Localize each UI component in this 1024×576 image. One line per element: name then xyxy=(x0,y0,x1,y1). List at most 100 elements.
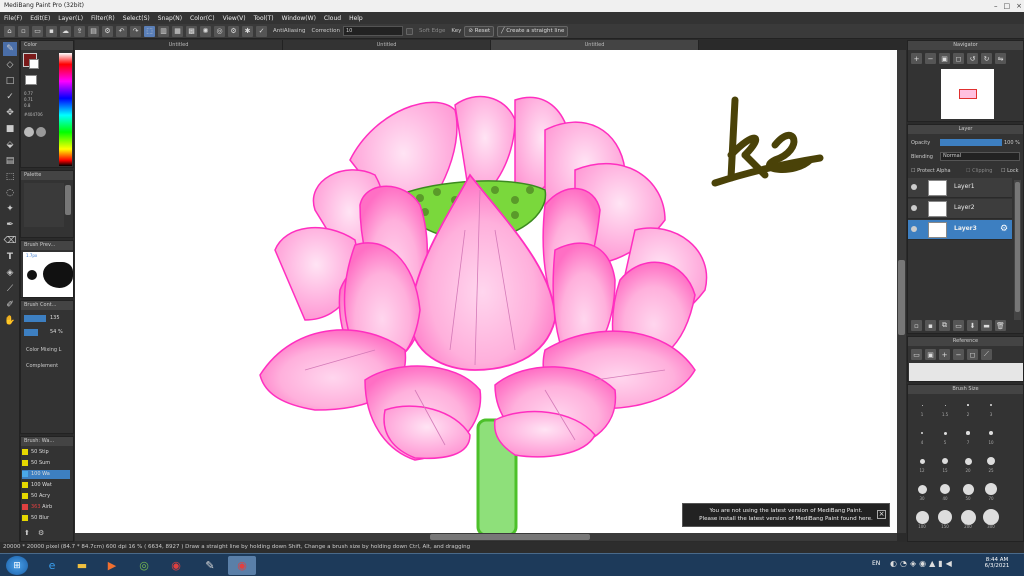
tray-icon-1[interactable]: ◐ xyxy=(890,559,897,568)
background-color-swatch[interactable] xyxy=(29,59,39,69)
pen-tool-icon[interactable]: ✐ xyxy=(3,298,17,312)
redo-icon[interactable]: ↷ xyxy=(130,25,141,37)
settings-icon[interactable]: ⚙ xyxy=(102,25,113,37)
visibility-eye-icon[interactable] xyxy=(911,226,917,232)
new-file-icon[interactable]: ▫ xyxy=(18,25,29,37)
brush-item-5[interactable]: 50 Acry xyxy=(22,492,70,501)
brush-size-option[interactable] xyxy=(934,399,956,411)
snap-grid-icon[interactable]: ▩ xyxy=(186,25,197,37)
menu-window[interactable]: Window(W) xyxy=(282,15,316,22)
brush-size-option[interactable] xyxy=(911,455,933,467)
save-icon[interactable]: ▪ xyxy=(46,25,57,37)
layer-row-1[interactable]: Layer1 xyxy=(908,178,1012,198)
menu-cloud[interactable]: Cloud xyxy=(324,15,341,22)
rotate-left-icon[interactable]: ↺ xyxy=(967,53,978,64)
language-indicator[interactable]: EN xyxy=(872,560,880,567)
brush-size-option[interactable] xyxy=(911,510,933,524)
menu-layer[interactable]: Layer(L) xyxy=(58,15,83,22)
gradient-tool-icon[interactable]: ▤ xyxy=(3,154,17,168)
complement-label[interactable]: Complement xyxy=(26,363,58,369)
start-button[interactable]: ⊞ xyxy=(6,556,28,575)
actual-size-icon[interactable]: ◻ xyxy=(953,53,964,64)
tab-untitled-2[interactable]: Untitled xyxy=(283,40,491,50)
duplicate-layer-icon[interactable]: ⧉ xyxy=(939,320,950,331)
tab-untitled-1[interactable]: Untitled xyxy=(75,40,283,50)
magic-wand-tool-icon[interactable]: ✦ xyxy=(3,202,17,216)
horizontal-scroll-thumb[interactable] xyxy=(430,534,590,540)
vertical-scrollbar[interactable] xyxy=(897,50,906,533)
menu-view[interactable]: View(V) xyxy=(223,15,246,22)
new-folder-icon[interactable]: ▭ xyxy=(953,320,964,331)
undo-icon[interactable]: ↶ xyxy=(116,25,127,37)
zoom-out-icon[interactable]: − xyxy=(925,53,936,64)
ie-taskbar-icon[interactable]: e xyxy=(38,556,66,575)
select-tool-icon[interactable]: ⬚ xyxy=(3,170,17,184)
drawing-canvas[interactable]: ko xyxy=(75,50,897,533)
lasso-tool-icon[interactable]: ◌ xyxy=(3,186,17,200)
hand-tool-icon[interactable]: ✋ xyxy=(3,314,17,328)
navigator-viewport[interactable] xyxy=(959,89,977,99)
notification-line-2[interactable]: Please install the latest version of Med… xyxy=(683,515,889,523)
fit-icon[interactable]: ▣ xyxy=(939,53,950,64)
menu-color[interactable]: Color(C) xyxy=(190,15,215,22)
brush-item-7[interactable]: 50 Blur xyxy=(22,514,70,523)
menu-edit[interactable]: Edit(E) xyxy=(30,15,50,22)
notification-close-icon[interactable]: × xyxy=(877,510,886,519)
brush-size-option[interactable] xyxy=(980,427,1002,439)
brush-size-option[interactable] xyxy=(980,483,1002,495)
hue-slider[interactable] xyxy=(59,53,72,166)
new-halftone-layer-icon[interactable]: ▪ xyxy=(925,320,936,331)
brush-size-option[interactable] xyxy=(957,427,979,439)
eraser-tool-icon[interactable]: ◇ xyxy=(3,58,17,72)
brush-size-option[interactable] xyxy=(980,399,1002,411)
layer-scrollbar[interactable] xyxy=(1014,180,1021,320)
brush-size-option[interactable] xyxy=(957,483,979,495)
move-tool-icon[interactable]: ✥ xyxy=(3,106,17,120)
reference-image-icon[interactable]: ▣ xyxy=(925,349,936,360)
tab-untitled-3[interactable]: Untitled xyxy=(491,40,699,50)
select-eraser-tool-icon[interactable]: ⌫ xyxy=(3,234,17,248)
layer-row-3-selected[interactable]: Layer3 ⚙ xyxy=(908,220,1012,240)
brush-size-option[interactable] xyxy=(911,483,933,495)
transparent-color-swatch[interactable] xyxy=(25,75,37,85)
divide-tool-icon[interactable]: ◈ xyxy=(3,266,17,280)
brush-item-6[interactable]: 363 Airb xyxy=(22,503,70,512)
reference-fit-icon[interactable]: ◻ xyxy=(967,349,978,360)
menu-snap[interactable]: Snap(N) xyxy=(158,15,182,22)
brush-opacity-slider[interactable] xyxy=(24,329,38,336)
snap-cross-icon[interactable]: ▦ xyxy=(172,25,183,37)
horizontal-scrollbar[interactable] xyxy=(75,533,897,541)
reference-open-icon[interactable]: ▭ xyxy=(911,349,922,360)
reference-view[interactable] xyxy=(909,363,1023,381)
app-taskbar-icon[interactable]: ◎ xyxy=(130,556,158,575)
tray-icon-5[interactable]: ▲ xyxy=(929,559,935,568)
reference-zoom-out-icon[interactable]: − xyxy=(953,349,964,360)
brush-item-3-selected[interactable]: 100 Wa xyxy=(22,470,70,479)
rotate-right-icon[interactable]: ↻ xyxy=(981,53,992,64)
maximize-icon[interactable]: □ xyxy=(1004,0,1011,12)
chrome-taskbar-icon[interactable]: ◉ xyxy=(162,556,190,575)
snap-vanishing-icon[interactable]: ✱ xyxy=(242,25,253,37)
brush-size-option[interactable] xyxy=(980,455,1002,467)
menu-file[interactable]: File(F) xyxy=(4,15,22,22)
clipping-checkbox[interactable]: ☐ Clipping xyxy=(966,168,992,174)
bucket-tool-icon[interactable]: ⬙ xyxy=(3,138,17,152)
merge-down-icon[interactable]: ⬇ xyxy=(967,320,978,331)
soft-edge-checkbox[interactable] xyxy=(405,27,413,35)
brush-size-slider[interactable] xyxy=(24,315,46,322)
cloud-icon[interactable]: ☁ xyxy=(60,25,71,37)
brush-size-option[interactable] xyxy=(980,509,1002,525)
brush-settings-icon[interactable]: ⚙ xyxy=(38,529,46,537)
tray-icon-4[interactable]: ◉ xyxy=(919,559,926,568)
open-icon[interactable]: ▭ xyxy=(32,25,43,37)
layer-row-2[interactable]: Layer2 xyxy=(908,199,1012,219)
paint-taskbar-icon[interactable]: ✎ xyxy=(196,556,224,575)
layer-settings-gear-icon[interactable]: ⚙ xyxy=(1000,224,1008,234)
color-wheel-icon[interactable] xyxy=(36,127,46,137)
color-mixing-label[interactable]: Color Mixing L xyxy=(26,347,61,353)
straight-line-button[interactable]: ╱ Create a straight line xyxy=(497,25,569,37)
snap-radial-icon[interactable]: ✺ xyxy=(200,25,211,37)
fill-rect-tool-icon[interactable]: ■ xyxy=(3,122,17,136)
menu-help[interactable]: Help xyxy=(349,15,363,22)
layer-opacity-slider[interactable] xyxy=(940,139,1002,146)
